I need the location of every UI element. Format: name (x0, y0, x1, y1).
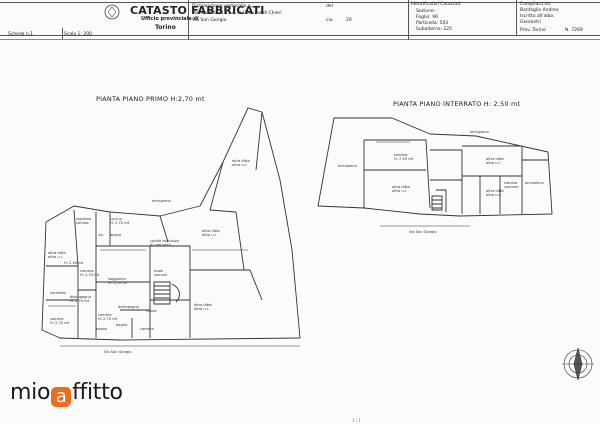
brand-prefix: mio (10, 380, 51, 405)
room-bagno-3: bagno (96, 327, 108, 331)
room-altra-ditta-bottom: altra ditta altro u.i. (194, 303, 212, 311)
room-bagno-2: bagno (116, 323, 128, 327)
room-altra-ditta-r1: altra ditta altro u.i. (392, 185, 410, 193)
room-camera-4: camera (140, 327, 154, 331)
room-camera-3: camera H: 2,70 mt (98, 313, 118, 321)
room-scale: scale comuni (154, 269, 168, 277)
room-disimpegno: disimpegno H: 2,70 mt (70, 295, 91, 303)
room-cucina: cucina H: 2,70 mt (110, 217, 130, 225)
floor-plan-drawing (41, 107, 594, 381)
right-street-label: Via San Giorgio (409, 230, 437, 234)
room-cortile: cortile esclusivo di proprietà (150, 239, 179, 247)
room-altra-ditta-r3: altra ditta altro u.i. (486, 189, 504, 197)
room-terrapieno-r3: terrapieno (525, 181, 544, 185)
brand-logo: mio a ffitto (10, 380, 123, 407)
room-terrapieno-r1: terrapieno (470, 130, 489, 134)
north-arrow (562, 347, 594, 381)
room-cantina: cantina H: 2,50 mt (394, 153, 414, 161)
room-corridoio: corridoio (50, 291, 66, 295)
cadastral-sheet: CATASTO FABBRICATI Ufficio provinciale d… (0, 0, 600, 424)
room-ripost: ripost. (146, 309, 158, 313)
left-street-label: Via San Giorgio (104, 350, 132, 354)
room-camera-2: camera H: 2,70 mt (50, 317, 70, 325)
room-terrapieno-left: terrapieno (152, 199, 171, 203)
brand-mark-icon: a (51, 387, 72, 407)
room-altra-ditta-top: altra ditta altro u.i. (232, 159, 250, 167)
room-rip: rip. (98, 233, 104, 237)
room-ingresso: ingresso corrido (76, 217, 92, 225)
room-altra-ditta-left: altra ditta altro u.i. (48, 251, 66, 259)
room-soggiorno: soggiorno H: 2,70 mt (108, 277, 128, 285)
room-disimpegno-2: disimpegno (118, 305, 139, 309)
room-bagno-1: bagno (110, 233, 122, 237)
brand-suffix: ffitto (72, 380, 123, 405)
room-altra-ditta-r2: altra ditta altro u.i. (486, 157, 504, 165)
room-cantina-comune: cantina comune (504, 181, 519, 189)
room-terrapieno-r2: terrapieno (338, 164, 357, 168)
page-mark: 1 / 1 (352, 418, 361, 423)
room-camera-1: camera H: 2,70 mt (80, 269, 100, 277)
room-h-left: H: 2,40 mt (64, 261, 84, 265)
room-altra-ditta-mid: altra ditta altro u.i. (202, 229, 220, 237)
